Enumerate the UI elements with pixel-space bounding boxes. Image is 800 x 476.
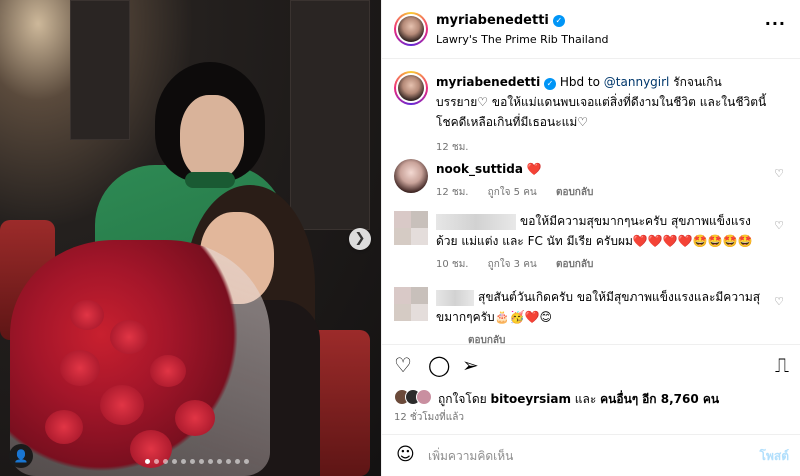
rose — [100, 385, 144, 425]
heart-icon[interactable]: ♡ — [774, 295, 784, 308]
carousel-dot — [145, 459, 150, 464]
user-tag-icon[interactable]: 👤 — [9, 444, 33, 468]
liked-by-prefix: ถูกใจโดย — [438, 392, 487, 406]
heart-icon[interactable]: ♡ — [394, 354, 412, 376]
comment-meta: 12 ชม. ถูกใจ 5 คน ตอบกลับ — [436, 183, 771, 203]
reply-button[interactable]: ตอบกลับ — [556, 187, 593, 198]
carousel-dot — [244, 459, 249, 464]
avatar[interactable] — [394, 287, 428, 321]
username-link[interactable]: myriabenedetti — [436, 13, 549, 28]
heart-icon[interactable]: ♡ — [774, 167, 784, 180]
caption-username[interactable]: myriabenedetti — [436, 75, 540, 89]
carousel-dot — [181, 459, 186, 464]
carousel-dot — [226, 459, 231, 464]
rose — [175, 400, 215, 436]
send-icon[interactable]: ➢ — [462, 354, 479, 376]
comment-input[interactable] — [428, 445, 738, 467]
emoji-icon[interactable]: ☺ — [396, 444, 415, 465]
comment-likes[interactable]: ถูกใจ 3 คน — [488, 259, 537, 270]
carousel-dot — [235, 459, 240, 464]
background-panel — [290, 0, 370, 230]
verified-badge-icon: ✓ — [544, 78, 557, 90]
comment-time: 12 ชม. — [436, 187, 469, 198]
comment-meta: ตอบกลับ — [436, 331, 771, 344]
carousel-dot — [199, 459, 204, 464]
post-sidebar: myriabenedetti ✓ Lawry's The Prime Rib T… — [381, 0, 800, 476]
more-horizontal-icon[interactable]: ··· — [765, 14, 786, 33]
carousel-dot — [172, 459, 177, 464]
chevron-right-icon[interactable]: ❯ — [349, 228, 371, 250]
liked-by-text: ถูกใจโดย bitoeyrsiam และ คนอื่นๆ อีก 8,7… — [438, 390, 719, 409]
location-link[interactable]: Lawry's The Prime Rib Thailand — [436, 33, 609, 46]
carousel-dot — [208, 459, 213, 464]
caption-time: 12 ชม. — [436, 142, 469, 153]
comment-username[interactable] — [436, 289, 474, 306]
post-button[interactable]: โพสต์ — [760, 447, 789, 466]
avatar — [416, 389, 432, 405]
verified-badge-icon: ✓ — [552, 14, 565, 27]
caption-mention[interactable]: @tannygirl — [604, 75, 670, 89]
caption-prefix: Hbd to — [559, 75, 600, 89]
bookmark-icon[interactable]: ⎍ — [775, 354, 789, 376]
post-header: myriabenedetti ✓ Lawry's The Prime Rib T… — [382, 0, 800, 59]
post-photo[interactable]: ❯ 👤 — [0, 0, 381, 476]
carousel-dot — [163, 459, 168, 464]
reply-button[interactable]: ตอบกลับ — [556, 259, 593, 270]
rose — [45, 410, 83, 444]
avatar[interactable] — [394, 211, 428, 245]
likes-summary: ถูกใจโดย bitoeyrsiam และ คนอื่นๆ อีก 8,7… — [394, 388, 794, 410]
background-panel — [70, 0, 130, 140]
rose — [150, 355, 186, 387]
comment-username[interactable] — [436, 213, 516, 230]
green-scarf — [185, 172, 235, 188]
caption-text-block: myriabenedetti ✓ Hbd to @tannygirl รักจน… — [436, 72, 771, 158]
comment-body: nook_suttida ❤️ 12 ชม. ถูกใจ 5 คน ตอบกลั… — [436, 159, 771, 203]
add-comment-bar: ☺ โพสต์ — [382, 434, 800, 476]
rose — [110, 320, 148, 354]
comment-body: สุขสันต์วันเกิดครับ ขอให้มีสุขภาพแข็งแรง… — [436, 287, 771, 344]
liked-by-user[interactable]: bitoeyrsiam — [491, 392, 571, 406]
carousel-dots — [145, 459, 249, 464]
heart-icon[interactable]: ♡ — [774, 219, 784, 232]
liked-by-count[interactable]: อีก 8,760 คน — [642, 392, 719, 406]
comment-icon[interactable]: ◯ — [428, 354, 450, 376]
comment-username[interactable]: nook_suttida — [436, 162, 523, 176]
comment-text: ❤️ — [526, 162, 542, 176]
comment-likes[interactable]: ถูกใจ 5 คน — [488, 187, 537, 198]
liked-by-middle: และ — [574, 392, 597, 406]
comment-time: 10 ชม. — [436, 259, 469, 270]
carousel-dot — [154, 459, 159, 464]
carousel-dot — [190, 459, 195, 464]
post-actions: ♡ ◯ ➢ ⎍ — [382, 344, 800, 388]
liked-by-others[interactable]: คนอื่นๆ — [600, 392, 638, 406]
carousel-dot — [217, 459, 222, 464]
comments-list[interactable]: myriabenedetti ✓ Hbd to @tannygirl รักจน… — [382, 59, 800, 344]
avatar[interactable] — [394, 159, 428, 193]
person-face — [180, 95, 244, 180]
reply-button[interactable]: ตอบกลับ — [468, 335, 505, 344]
avatar[interactable] — [394, 12, 428, 46]
comment-body: ขอให้มีความสุขมากๆนะครับ สุขภาพแข็งแรง ด… — [436, 211, 771, 275]
comment-text: สุขสันต์วันเกิดครับ ขอให้มีสุขภาพแข็งแรง… — [436, 290, 761, 324]
caption-meta: 12 ชม. — [436, 138, 771, 158]
avatar[interactable] — [394, 71, 428, 105]
rose — [70, 300, 104, 330]
rose — [60, 350, 100, 386]
header-username-row: myriabenedetti ✓ — [436, 13, 565, 28]
posted-time[interactable]: 12 ชั่วโมงที่แล้ว — [394, 410, 464, 425]
comment-meta: 10 ชม. ถูกใจ 3 คน ตอบกลับ — [436, 255, 771, 275]
liker-avatars — [394, 389, 434, 407]
